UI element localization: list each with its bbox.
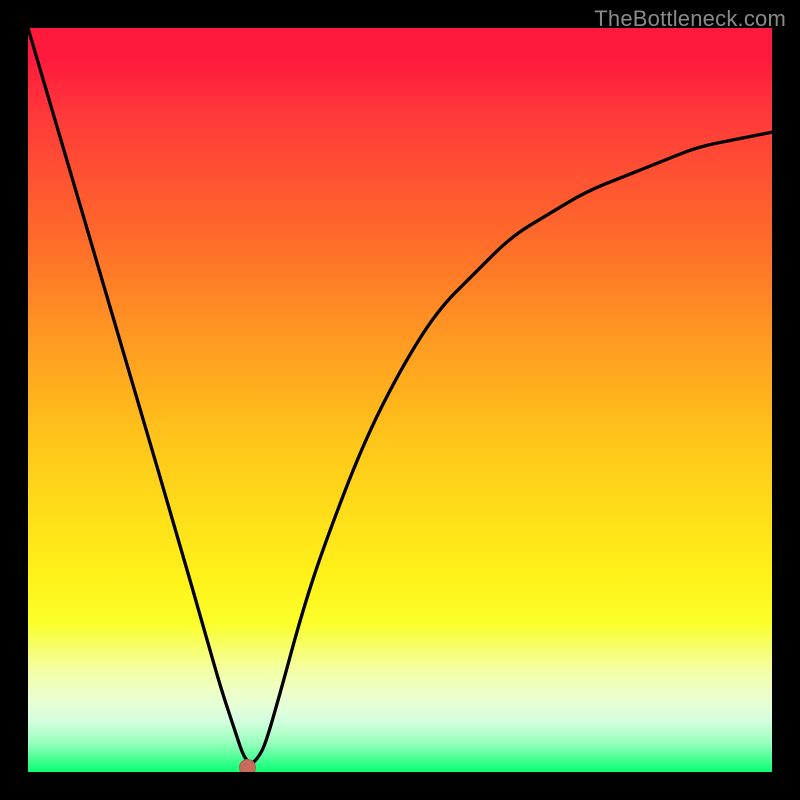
plot-area (28, 28, 772, 772)
bottleneck-curve (28, 28, 772, 772)
chart-frame: TheBottleneck.com (0, 0, 800, 800)
watermark-text: TheBottleneck.com (594, 6, 786, 32)
minimum-marker (240, 760, 256, 773)
curve-path (28, 28, 772, 763)
